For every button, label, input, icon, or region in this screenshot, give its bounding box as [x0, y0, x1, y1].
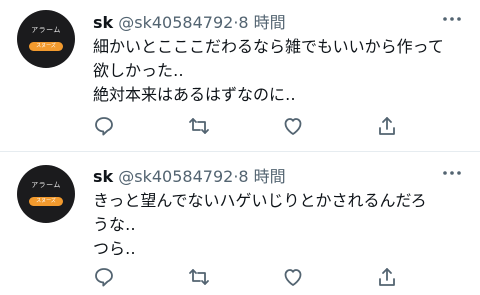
- avatar-alarm-label: アラーム: [31, 181, 61, 189]
- tweet-text-line: きっと望んでないハゲいじりとかされるんだろ: [93, 191, 427, 210]
- share-icon[interactable]: [375, 265, 399, 289]
- retweet-icon[interactable]: [187, 114, 211, 138]
- more-options-icon[interactable]: [442, 15, 462, 23]
- tweet-text: きっと望んでないハゲいじりとかされるんだろ うな‥ つら‥: [93, 189, 468, 261]
- tweet-text-line: つら‥: [93, 239, 136, 258]
- tweet-header: sk @sk40584792·8 時間: [93, 163, 286, 186]
- author-name[interactable]: sk: [93, 13, 113, 32]
- tweet-text-line: 細かいとこここだわるなら雑でもいいから作って: [93, 37, 444, 56]
- tweet-text-line: うな‥: [93, 215, 136, 234]
- tweet-text-line: 欲しかった‥: [93, 61, 184, 80]
- tweet-divider: [0, 151, 480, 152]
- author-name[interactable]: sk: [93, 167, 113, 186]
- avatar-alarm-label: アラーム: [31, 26, 61, 34]
- reply-icon[interactable]: [92, 114, 116, 138]
- avatar-snooze-label: スヌーズ: [29, 42, 63, 51]
- like-heart-icon[interactable]: [281, 265, 305, 289]
- tweet-time[interactable]: 8 時間: [238, 167, 285, 186]
- tweet-text-line: 絶対本来はあるはずなのに‥: [93, 85, 296, 104]
- author-handle[interactable]: @sk40584792: [118, 167, 233, 186]
- reply-icon[interactable]: [92, 265, 116, 289]
- share-icon[interactable]: [375, 114, 399, 138]
- tweet[interactable]: アラーム スヌーズ sk @sk40584792·8 時間 細かいとこここだわる…: [0, 0, 480, 152]
- separator-dot: ·: [233, 167, 239, 186]
- tweet-header: sk @sk40584792·8 時間: [93, 9, 286, 32]
- tweet-text: 細かいとこここだわるなら雑でもいいから作って 欲しかった‥ 絶対本来はあるはずな…: [93, 35, 468, 107]
- avatar-snooze-label: スヌーズ: [29, 197, 63, 206]
- tweet-time[interactable]: 8 時間: [238, 13, 285, 32]
- more-options-icon[interactable]: [442, 169, 462, 177]
- like-heart-icon[interactable]: [281, 114, 305, 138]
- avatar[interactable]: アラーム スヌーズ: [17, 10, 75, 68]
- author-handle[interactable]: @sk40584792: [118, 13, 233, 32]
- avatar[interactable]: アラーム スヌーズ: [17, 165, 75, 223]
- retweet-icon[interactable]: [187, 265, 211, 289]
